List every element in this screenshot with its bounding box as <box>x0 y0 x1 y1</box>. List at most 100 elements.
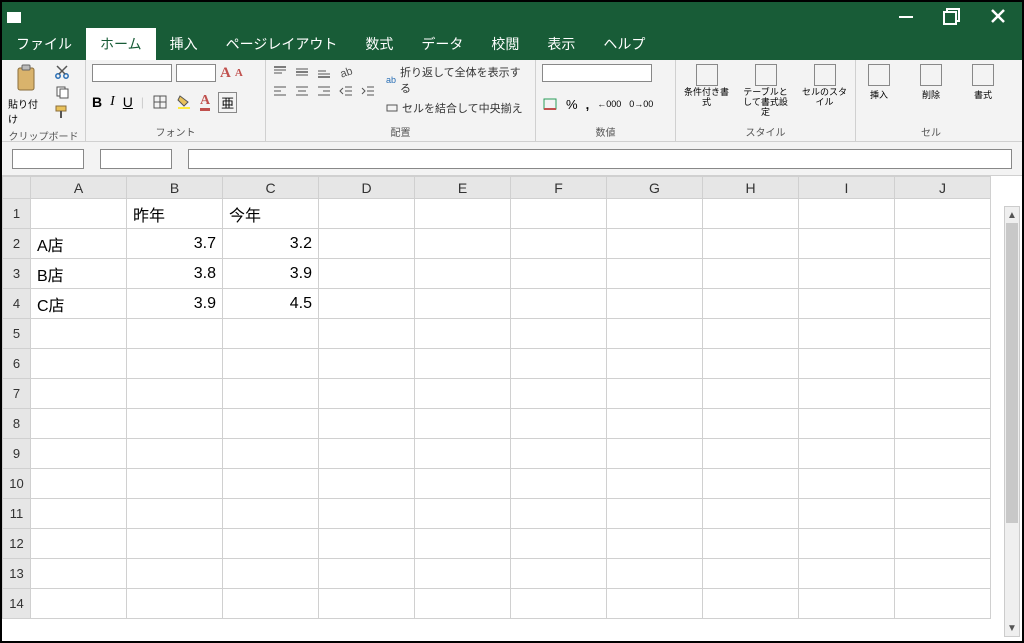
cell-A2[interactable]: A店 <box>31 229 127 259</box>
cell-C8[interactable] <box>223 409 319 439</box>
cell-I13[interactable] <box>799 559 895 589</box>
row-header-12[interactable]: 12 <box>3 529 31 559</box>
cell-E5[interactable] <box>415 319 511 349</box>
cell-D14[interactable] <box>319 589 415 619</box>
increase-font-icon[interactable]: A <box>220 65 231 82</box>
cell-F4[interactable] <box>511 289 607 319</box>
phonetic-guide-icon[interactable]: 亜 <box>218 92 237 113</box>
cell-B10[interactable] <box>127 469 223 499</box>
cell-C1[interactable]: 今年 <box>223 199 319 229</box>
cell-G5[interactable] <box>607 319 703 349</box>
tab-home[interactable]: ホーム <box>86 28 156 60</box>
cell-H10[interactable] <box>703 469 799 499</box>
cell-C6[interactable] <box>223 349 319 379</box>
scroll-down-button[interactable]: ▼ <box>1005 620 1019 636</box>
cell-B12[interactable] <box>127 529 223 559</box>
decrease-decimal-icon[interactable]: 0→00 <box>629 99 653 109</box>
column-header-H[interactable]: H <box>703 177 799 199</box>
cell-G12[interactable] <box>607 529 703 559</box>
cell-D13[interactable] <box>319 559 415 589</box>
cell-G3[interactable] <box>607 259 703 289</box>
row-header-3[interactable]: 3 <box>3 259 31 289</box>
cell-F14[interactable] <box>511 589 607 619</box>
cell-B9[interactable] <box>127 439 223 469</box>
vertical-scrollbar[interactable]: ▲ ▼ <box>1004 206 1020 637</box>
cell-I1[interactable] <box>799 199 895 229</box>
cell-C12[interactable] <box>223 529 319 559</box>
fx-area[interactable] <box>100 149 172 169</box>
scroll-thumb[interactable] <box>1006 223 1018 523</box>
format-as-table-button[interactable]: テーブルとして書式設定 <box>741 64 790 118</box>
borders-icon[interactable] <box>152 94 168 110</box>
cell-E6[interactable] <box>415 349 511 379</box>
increase-decimal-icon[interactable]: ←000 <box>597 99 621 109</box>
spreadsheet-grid[interactable]: ABCDEFGHIJ 1昨年今年2A店3.73.23B店3.83.94C店3.9… <box>2 176 1022 619</box>
cell-I7[interactable] <box>799 379 895 409</box>
cell-G4[interactable] <box>607 289 703 319</box>
underline-button[interactable]: U <box>123 94 133 110</box>
column-header-F[interactable]: F <box>511 177 607 199</box>
copy-icon[interactable] <box>54 84 70 100</box>
row-header-14[interactable]: 14 <box>3 589 31 619</box>
font-name-select[interactable] <box>92 64 172 82</box>
cell-G7[interactable] <box>607 379 703 409</box>
increase-indent-icon[interactable] <box>360 84 376 98</box>
cell-J2[interactable] <box>895 229 991 259</box>
cell-A7[interactable] <box>31 379 127 409</box>
align-right-icon[interactable] <box>316 84 332 98</box>
cell-E2[interactable] <box>415 229 511 259</box>
wrap-text-button[interactable]: ab 折り返して全体を表示する <box>386 64 529 96</box>
cell-I4[interactable] <box>799 289 895 319</box>
cell-E7[interactable] <box>415 379 511 409</box>
row-header-6[interactable]: 6 <box>3 349 31 379</box>
tab-help[interactable]: ヘルプ <box>589 28 659 60</box>
cell-H13[interactable] <box>703 559 799 589</box>
percent-format-icon[interactable]: % <box>566 97 578 112</box>
cell-D7[interactable] <box>319 379 415 409</box>
cell-E4[interactable] <box>415 289 511 319</box>
cell-B8[interactable] <box>127 409 223 439</box>
cell-F10[interactable] <box>511 469 607 499</box>
cell-A5[interactable] <box>31 319 127 349</box>
cell-D6[interactable] <box>319 349 415 379</box>
cell-H8[interactable] <box>703 409 799 439</box>
cell-C3[interactable]: 3.9 <box>223 259 319 289</box>
cell-I2[interactable] <box>799 229 895 259</box>
cell-J4[interactable] <box>895 289 991 319</box>
cell-J8[interactable] <box>895 409 991 439</box>
cell-C14[interactable] <box>223 589 319 619</box>
cell-F5[interactable] <box>511 319 607 349</box>
cell-J10[interactable] <box>895 469 991 499</box>
cell-F1[interactable] <box>511 199 607 229</box>
column-header-A[interactable]: A <box>31 177 127 199</box>
column-header-G[interactable]: G <box>607 177 703 199</box>
cell-J7[interactable] <box>895 379 991 409</box>
formula-input[interactable] <box>188 149 1012 169</box>
align-bottom-icon[interactable] <box>316 65 332 79</box>
cell-D5[interactable] <box>319 319 415 349</box>
comma-format-icon[interactable]: , <box>586 97 590 112</box>
cell-E14[interactable] <box>415 589 511 619</box>
cell-J1[interactable] <box>895 199 991 229</box>
cell-G9[interactable] <box>607 439 703 469</box>
cell-H3[interactable] <box>703 259 799 289</box>
format-cells-button[interactable]: 書式 <box>966 64 1000 101</box>
cell-C13[interactable] <box>223 559 319 589</box>
cell-A11[interactable] <box>31 499 127 529</box>
cell-H4[interactable] <box>703 289 799 319</box>
cell-I11[interactable] <box>799 499 895 529</box>
cell-J11[interactable] <box>895 499 991 529</box>
cell-A3[interactable]: B店 <box>31 259 127 289</box>
cell-B6[interactable] <box>127 349 223 379</box>
bold-button[interactable]: B <box>92 94 102 110</box>
column-header-I[interactable]: I <box>799 177 895 199</box>
column-header-D[interactable]: D <box>319 177 415 199</box>
delete-cells-button[interactable]: 削除 <box>914 64 948 101</box>
cell-G6[interactable] <box>607 349 703 379</box>
cell-I9[interactable] <box>799 439 895 469</box>
cell-E3[interactable] <box>415 259 511 289</box>
scroll-up-button[interactable]: ▲ <box>1005 207 1019 223</box>
conditional-formatting-button[interactable]: 条件付き書式 <box>682 64 731 118</box>
cell-I8[interactable] <box>799 409 895 439</box>
cell-I14[interactable] <box>799 589 895 619</box>
